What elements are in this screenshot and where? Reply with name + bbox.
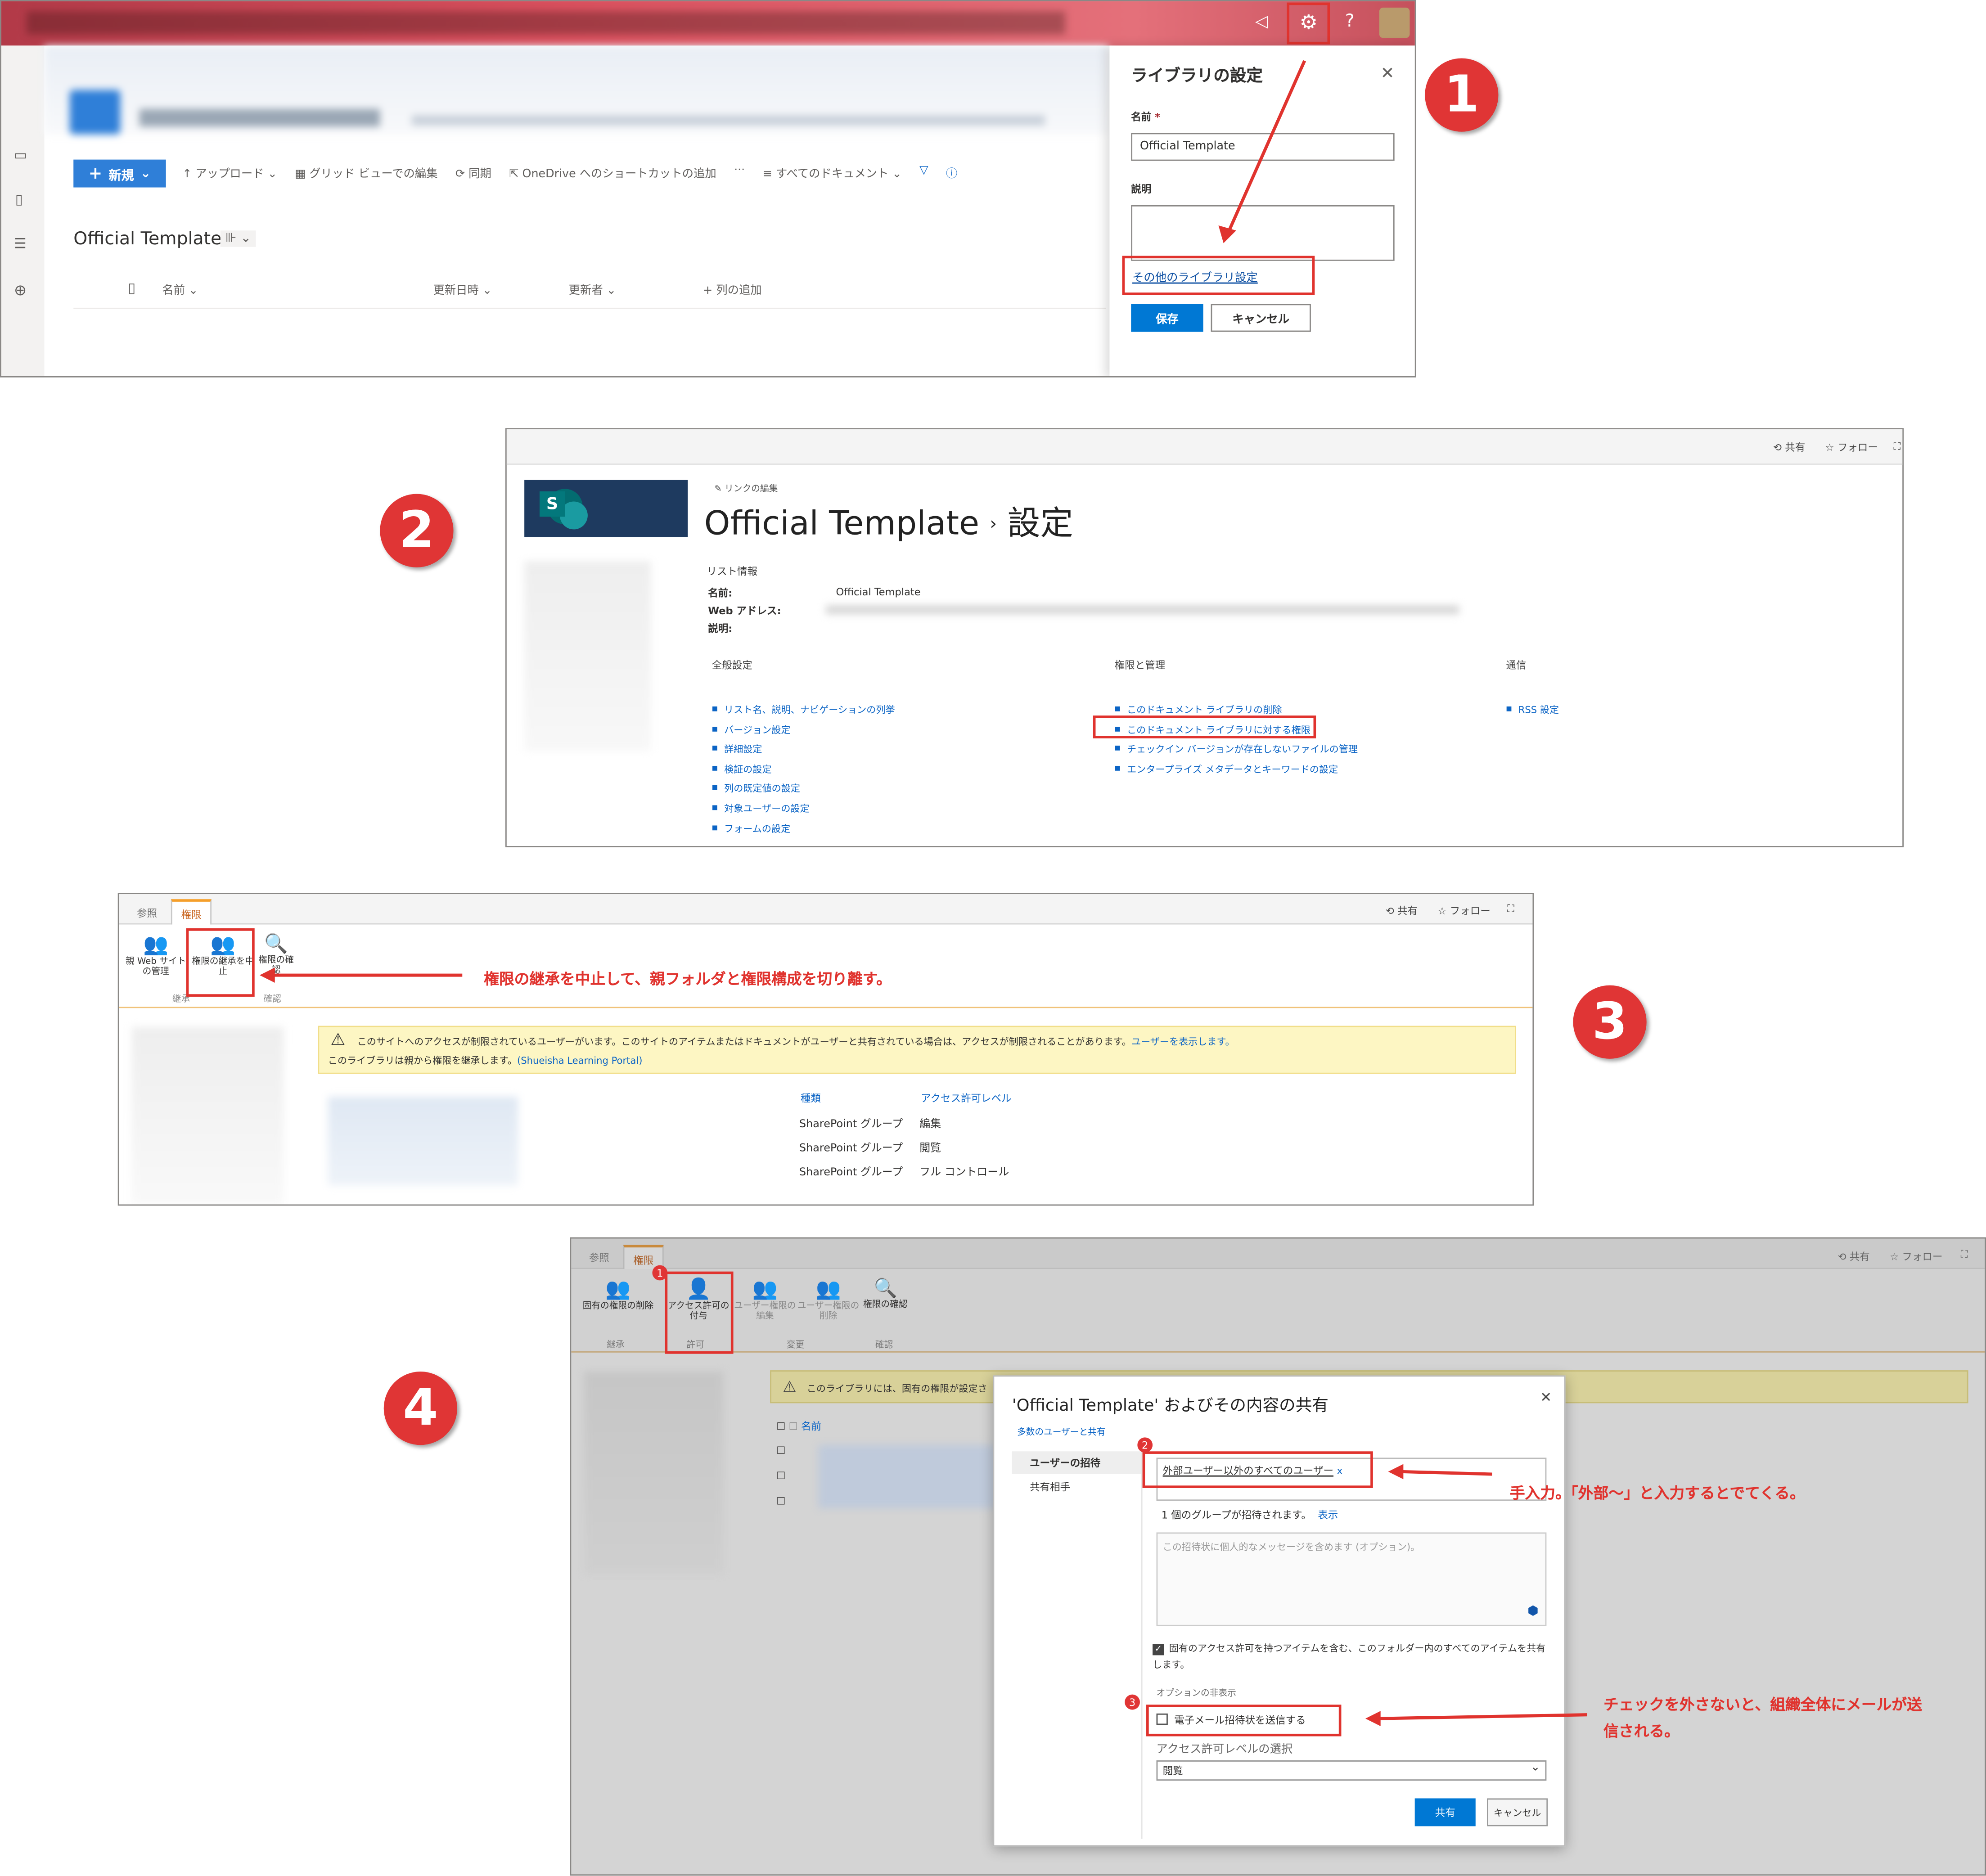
group-modify-label: 変更 bbox=[786, 1340, 805, 1350]
general-link[interactable]: 対象ユーザーの設定 bbox=[712, 799, 895, 819]
library-permissions-highlight bbox=[1093, 715, 1316, 738]
general-link[interactable]: バージョン設定 bbox=[712, 720, 895, 740]
column-type[interactable]: 種類 bbox=[801, 1092, 821, 1106]
list-info-heading: リスト情報 bbox=[707, 566, 758, 578]
general-links: リスト名、説明、ナビゲーションの列挙 バージョン設定 詳細設定 検証の設定 列の… bbox=[712, 700, 895, 838]
arrow-to-more-settings bbox=[1218, 60, 1306, 243]
step-badge-3: 3 bbox=[1573, 985, 1647, 1059]
classic-settings-page: ⟲ 共有 ☆ フォロー ⛶ S ✎ リンクの編集 Official Templa… bbox=[505, 428, 1904, 847]
share-icon: ⟲ bbox=[1773, 442, 1785, 454]
delete-unique-permissions-button[interactable]: 👥 固有の権限の削除 bbox=[574, 1277, 662, 1311]
step-badge-2: 2 bbox=[380, 494, 454, 567]
parent-site-link[interactable]: (Shueisha Learning Portal) bbox=[517, 1055, 642, 1066]
permissions-heading: 権限と管理 bbox=[1114, 660, 1166, 671]
arrow-to-stop-inheritance bbox=[259, 967, 463, 983]
share-submit-button[interactable]: 共有 bbox=[1414, 1798, 1476, 1827]
general-link[interactable]: 検証の設定 bbox=[712, 760, 895, 779]
focus-icon[interactable]: ⛶ bbox=[1507, 903, 1514, 916]
permission-link[interactable]: エンタープライズ メタデータとキーワードの設定 bbox=[1115, 760, 1358, 779]
note-uncheck-email: チェックを外さないと、組織全体にメールが送信される。 bbox=[1603, 1696, 1922, 1740]
info-web-label: Web アドレス: bbox=[708, 605, 781, 617]
column-permission-level[interactable]: アクセス許可レベル bbox=[921, 1092, 1012, 1106]
edit-user-permissions-button[interactable]: 👥 ユーザー権限の編集 bbox=[734, 1277, 797, 1321]
table-row: SharePoint グループ 編集 bbox=[799, 1118, 941, 1131]
star-icon: ☆ bbox=[1890, 1251, 1902, 1263]
info-desc-label: 説明: bbox=[708, 623, 733, 635]
grant-highlight bbox=[665, 1271, 734, 1354]
follow-button[interactable]: ☆ フォロー bbox=[1437, 904, 1490, 918]
focus-icon[interactable]: ⛶ bbox=[1961, 1249, 1968, 1261]
communications-heading: 通信 bbox=[1506, 660, 1527, 671]
check-permissions-button[interactable]: 🔍 権限の確認 bbox=[863, 1277, 908, 1309]
info-web-value bbox=[825, 605, 1459, 614]
group-check-label: 確認 bbox=[875, 1340, 893, 1350]
general-settings-heading: 全般設定 bbox=[712, 660, 752, 671]
table-row: SharePoint グループ フル コントロール bbox=[799, 1166, 1009, 1179]
users-icon: 👥 bbox=[605, 1276, 631, 1301]
remove-user-permissions-button[interactable]: 👥 ユーザー権限の削除 bbox=[797, 1277, 860, 1321]
info-name-label: 名前: bbox=[708, 587, 733, 599]
inherit-text: このライブラリは親から権限を継承します。 bbox=[328, 1055, 517, 1066]
step-mini-badge-1: 1 bbox=[652, 1265, 668, 1281]
focus-icon[interactable]: ⛶ bbox=[1894, 441, 1901, 453]
note-stop-inheritance: 権限の継承を中止して、親フォルダと権限構成を切り離す。 bbox=[484, 970, 892, 988]
quick-launch bbox=[524, 561, 651, 751]
follow-button[interactable]: ☆ フォロー bbox=[1825, 441, 1878, 454]
share-button[interactable]: ⟲ 共有 bbox=[1386, 904, 1418, 918]
note-manual-input: 手入力。「外部～」と入力するとでてくる。 bbox=[1509, 1484, 1805, 1502]
share-icon: ⟲ bbox=[1385, 905, 1397, 917]
general-link[interactable]: 列の既定値の設定 bbox=[712, 779, 895, 799]
star-icon: ☆ bbox=[1825, 442, 1837, 454]
tab-browse[interactable]: 参照 bbox=[589, 1251, 609, 1265]
communication-link[interactable]: RSS 設定 bbox=[1506, 700, 1559, 720]
site-logo: S bbox=[524, 480, 688, 537]
follow-button[interactable]: ☆ フォロー bbox=[1890, 1250, 1942, 1264]
general-link[interactable]: フォームの設定 bbox=[712, 819, 895, 839]
share-icon: ⟲ bbox=[1837, 1251, 1850, 1263]
users-edit-icon: 👥 bbox=[752, 1276, 778, 1301]
share-button[interactable]: ⟲ 共有 bbox=[1773, 441, 1805, 454]
warning-icon: ⚠ bbox=[330, 1030, 346, 1050]
general-link[interactable]: 詳細設定 bbox=[712, 740, 895, 760]
screenshot-stage: ◁ ⚙ ? ▭ ▯ ☰ ⊕ + 新規 ⌄ ↑ アップロード ⌄ ▦ グリッド ビュー… bbox=[0, 0, 1986, 1876]
magnify-key-icon: 🔍 bbox=[873, 1276, 897, 1300]
general-link[interactable]: リスト名、説明、ナビゲーションの列挙 bbox=[712, 700, 895, 720]
communication-links: RSS 設定 bbox=[1506, 700, 1559, 720]
info-name-value: Official Template bbox=[836, 586, 921, 598]
share-button[interactable]: ⟲ 共有 bbox=[1838, 1250, 1870, 1264]
permission-link[interactable]: チェックイン バージョンが存在しないファイルの管理 bbox=[1115, 740, 1358, 760]
table-row: SharePoint グループ 閲覧 bbox=[799, 1142, 941, 1155]
pencil-icon: ✎ bbox=[714, 484, 725, 494]
sharepoint-logo-icon: S bbox=[539, 491, 565, 517]
permission-links: このドキュメント ライブラリの削除 このドキュメント ライブラリに対する権限 チ… bbox=[1115, 700, 1358, 779]
quick-launch bbox=[131, 1027, 284, 1205]
names-column bbox=[328, 1097, 518, 1186]
edit-links-button[interactable]: ✎ リンクの編集 bbox=[714, 482, 778, 495]
suite-bar bbox=[506, 429, 1903, 465]
warning-text: このサイトへのアクセスが制限されているユーザーがいます。このサイトのアイテムまた… bbox=[357, 1036, 1131, 1048]
users-remove-icon: 👥 bbox=[815, 1276, 841, 1301]
permissions-table: SharePoint グループ 編集 SharePoint グループ 閲覧 Shar… bbox=[799, 1113, 1009, 1185]
warning-banner: ⚠ このサイトへのアクセスが制限されているユーザーがいます。このサイトのアイテム… bbox=[318, 1026, 1516, 1074]
page-title: Official Template › 設定 bbox=[704, 505, 1073, 544]
dialog-cancel-button[interactable]: キャンセル bbox=[1487, 1798, 1548, 1827]
group-inherit-label: 継承 bbox=[607, 1340, 625, 1350]
show-users-link[interactable]: ユーザーを表示します。 bbox=[1131, 1036, 1235, 1047]
star-icon: ☆ bbox=[1437, 905, 1450, 917]
